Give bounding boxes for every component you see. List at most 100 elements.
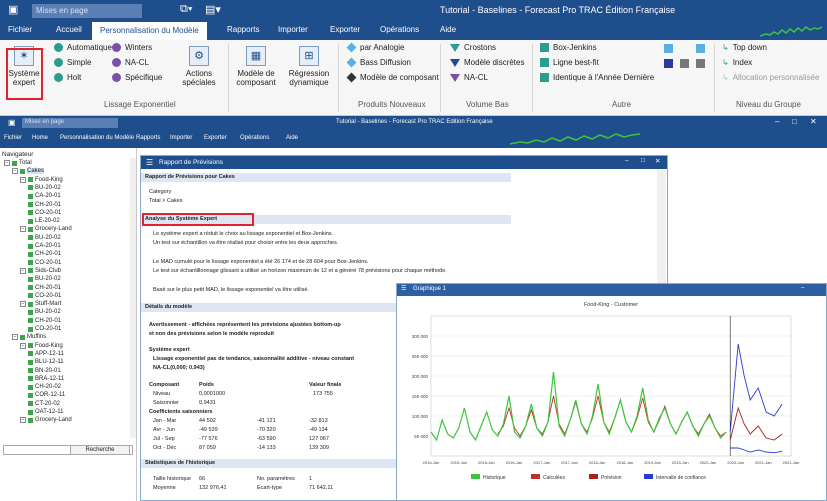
specifique-button[interactable]: Spécifique <box>112 73 162 82</box>
nav-item[interactable]: − Stuff-Mart <box>20 301 61 308</box>
inner-save-icon[interactable]: ▣ <box>8 118 16 127</box>
last-year-button[interactable]: Identique à l'Année Dernière <box>540 73 654 82</box>
bass-button[interactable]: Bass Diffusion <box>346 57 411 68</box>
crostons-button[interactable]: Crostons <box>450 43 496 52</box>
actions-speciales-button[interactable]: ⚙ Actions spéciales <box>176 46 222 87</box>
best-fit-button[interactable]: Ligne best-fit <box>540 58 599 67</box>
nav-item[interactable]: BU-20-02 <box>28 185 61 191</box>
tab-aide[interactable]: Aide <box>440 25 456 34</box>
nav-item[interactable]: BRA-12-11 <box>28 376 64 382</box>
nav-item[interactable]: − Grocery-Land <box>20 417 72 424</box>
navigator-scrollbar[interactable] <box>130 158 136 438</box>
nav-item[interactable]: − Muffins <box>12 334 46 341</box>
nav-item[interactable]: − Sids-Club <box>20 267 61 274</box>
expand-icon[interactable]: − <box>20 417 26 424</box>
report-minimize-icon[interactable]: – <box>625 157 629 164</box>
tab-fichier[interactable]: Fichier <box>8 25 32 34</box>
expand-icon[interactable]: − <box>20 342 26 349</box>
nav-item[interactable]: CH-20-02 <box>28 384 61 390</box>
winters-button[interactable]: Winters <box>112 43 152 52</box>
tab-operations[interactable]: Opérations <box>380 25 419 34</box>
nav-item[interactable]: − Food-King <box>20 342 63 349</box>
expand-icon[interactable]: − <box>20 176 26 183</box>
tab-exporter[interactable]: Exporter <box>330 25 360 34</box>
nav-item[interactable]: CO-20-01 <box>28 293 61 299</box>
nacl-button[interactable]: NA-CL <box>112 58 149 67</box>
color-swatch-2[interactable] <box>664 59 673 68</box>
expand-icon[interactable]: − <box>4 160 10 166</box>
analogie-button[interactable]: par Analogie <box>346 42 404 53</box>
nav-item[interactable]: CH-20-01 <box>28 202 61 208</box>
expand-icon[interactable]: − <box>12 168 18 175</box>
nav-item[interactable]: BN-20-01 <box>28 368 61 374</box>
nav-item[interactable]: OAT-12-11 <box>28 409 63 415</box>
chart-quick-icon[interactable]: ⧉▾ <box>180 3 192 16</box>
holt-button[interactable]: Holt <box>54 73 81 82</box>
nacl-low-button[interactable]: NA-CL <box>450 73 488 82</box>
inner-tab-home[interactable]: Home <box>32 135 48 141</box>
inner-layout-dropdown[interactable]: Mises en page <box>22 118 118 128</box>
expand-icon[interactable]: − <box>20 301 26 308</box>
layout-dropdown[interactable]: Mises en page <box>32 4 142 18</box>
nav-item[interactable]: CO-20-01 <box>28 326 61 332</box>
tab-rapports[interactable]: Rapports <box>227 25 259 34</box>
inner-tab-operations[interactable]: Opérations <box>240 135 269 141</box>
inner-tab-exporter[interactable]: Exporter <box>204 135 227 141</box>
nav-item[interactable]: CA-20-01 <box>28 243 61 249</box>
report-close-icon[interactable]: ✕ <box>655 157 660 165</box>
nav-item[interactable]: CO-20-01 <box>28 210 61 216</box>
navigator-search-button[interactable]: Recherche <box>70 445 130 455</box>
box-jenkins-button[interactable]: Box-Jenkins <box>540 43 597 52</box>
color-swatch-1[interactable] <box>664 44 673 53</box>
color-swatch-3[interactable] <box>680 59 689 68</box>
nav-item[interactable]: − Food-King <box>20 176 63 183</box>
nav-item[interactable]: CT-20-02 <box>28 401 60 407</box>
color-swatch-5[interactable] <box>696 59 705 68</box>
chart-menu-icon[interactable]: ☰ <box>401 285 406 292</box>
modele-composant-new-button[interactable]: Modèle de composant <box>346 72 439 83</box>
inner-tab-fichier[interactable]: Fichier <box>4 135 22 141</box>
inner-tab-aide[interactable]: Aide <box>286 135 298 141</box>
regression-dynamique-button[interactable]: ⊞ Régression dynamique <box>284 46 334 87</box>
modele-composant-button[interactable]: ▦ Modèle de composant <box>232 46 280 87</box>
report-maximize-icon[interactable]: □ <box>641 157 645 164</box>
nav-item[interactable]: CH-20-01 <box>28 318 61 324</box>
simple-button[interactable]: Simple <box>54 58 91 67</box>
minimize-icon[interactable]: – <box>775 117 779 126</box>
nav-item[interactable]: LE-20-02 <box>28 218 60 224</box>
inner-tab-rapports[interactable]: Rapports <box>136 135 160 141</box>
inner-tab-personnalisation[interactable]: Personnalisation du Modèle <box>60 135 134 141</box>
nav-item[interactable]: BU-20-02 <box>28 276 61 282</box>
nav-item[interactable]: − Grocery-Land <box>20 226 72 233</box>
nav-item[interactable]: BLU-12-11 <box>28 359 64 365</box>
window-quick-icon[interactable]: ▤▾ <box>205 3 221 16</box>
nav-item[interactable]: CA-20-01 <box>28 193 61 199</box>
expand-icon[interactable]: − <box>20 267 26 274</box>
menu-icon[interactable]: ☰ <box>146 158 153 167</box>
chart-minimize-icon[interactable]: – <box>801 285 804 291</box>
nav-item[interactable]: CO-20-01 <box>28 260 61 266</box>
tab-importer[interactable]: Importer <box>278 25 308 34</box>
expand-icon[interactable]: − <box>20 226 26 233</box>
auto-button[interactable]: Automatique <box>54 43 112 52</box>
tab-personnalisation[interactable]: Personnalisation du Modèle <box>92 22 207 40</box>
close-icon[interactable]: ✕ <box>810 117 817 126</box>
nav-item[interactable]: − Total <box>4 160 32 166</box>
nav-item[interactable]: COR-12-11 <box>28 392 65 398</box>
color-swatch-4[interactable] <box>696 44 705 53</box>
tab-accueil[interactable]: Accueil <box>56 25 82 34</box>
nav-item[interactable]: CH-20-01 <box>28 285 61 291</box>
nav-item[interactable]: − Cakes <box>12 168 45 175</box>
allocation-button[interactable]: ↳ Allocation personnalisée <box>722 73 819 82</box>
nav-item[interactable]: BU-20-02 <box>28 235 61 241</box>
nav-item[interactable]: BU-20-02 <box>28 309 61 315</box>
discretes-button[interactable]: Modèle discrètes <box>450 58 524 67</box>
save-icon[interactable]: ▣ <box>8 3 18 16</box>
expand-icon[interactable]: − <box>12 334 18 341</box>
maximize-icon[interactable]: □ <box>792 117 797 126</box>
nav-item[interactable]: CH-20-01 <box>28 251 61 257</box>
top-down-button[interactable]: ↳ Top down <box>722 43 767 52</box>
inner-tab-importer[interactable]: Importer <box>170 135 192 141</box>
index-button[interactable]: ↳ Index <box>722 58 752 67</box>
nav-item[interactable]: APP-12-11 <box>28 351 64 357</box>
